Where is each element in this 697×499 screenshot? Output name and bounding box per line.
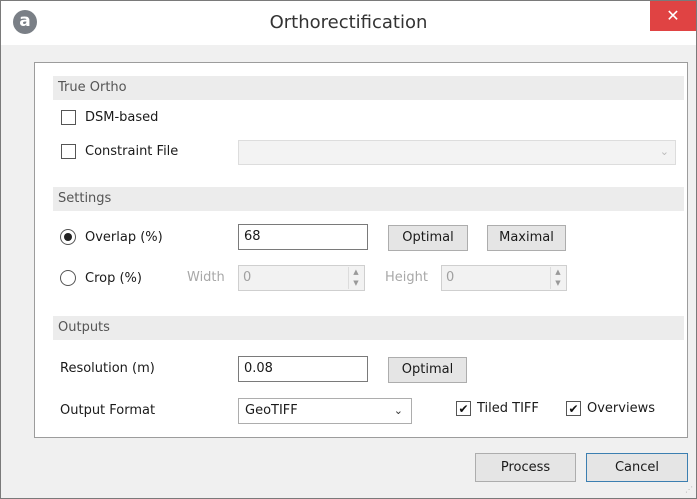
overviews-label: Overviews <box>587 401 655 416</box>
process-button[interactable]: Process <box>475 453 576 482</box>
spin-up-icon[interactable]: ▲ <box>551 267 565 278</box>
outputs-header: Outputs <box>53 316 684 340</box>
constraint-file-option[interactable]: Constraint File <box>61 144 178 159</box>
overlap-maximal-button[interactable]: Maximal <box>487 225 566 251</box>
tiled-tiff-label: Tiled TIFF <box>477 401 539 416</box>
output-format-select[interactable]: GeoTIFF ⌄ <box>238 398 412 424</box>
resolution-optimal-button[interactable]: Optimal <box>388 357 467 383</box>
orthorectification-dialog: a Orthorectification ✕ True Ortho DSM-ba… <box>0 0 697 499</box>
constraint-file-label: Constraint File <box>85 144 179 159</box>
radio-selected-dot <box>64 233 72 241</box>
spin-up-icon[interactable]: ▲ <box>349 267 363 278</box>
true-ortho-header: True Ortho <box>53 76 684 100</box>
tiled-tiff-checkbox[interactable]: ✔ <box>456 401 471 416</box>
cancel-button[interactable]: Cancel <box>586 453 688 482</box>
dsm-based-checkbox[interactable] <box>61 110 76 125</box>
output-format-value: GeoTIFF <box>245 403 298 418</box>
crop-radio[interactable] <box>60 270 76 286</box>
title-bar[interactable]: a Orthorectification ✕ <box>1 1 696 45</box>
resolution-label: Resolution (m) <box>60 361 155 376</box>
tiled-tiff-option[interactable]: ✔ Tiled TIFF <box>456 401 539 416</box>
spin-down-icon[interactable]: ▼ <box>551 278 565 289</box>
crop-width-spinbox[interactable]: 0 ▲ ▼ <box>238 265 365 291</box>
spin-down-icon[interactable]: ▼ <box>349 278 363 289</box>
output-format-label: Output Format <box>60 403 156 418</box>
crop-width-spin-buttons[interactable]: ▲ ▼ <box>348 267 363 289</box>
crop-label: Crop (%) <box>85 270 142 286</box>
overlap-input[interactable]: 68 <box>238 224 368 250</box>
overlap-option[interactable]: Overlap (%) <box>60 229 163 245</box>
crop-height-value: 0 <box>446 270 455 285</box>
resize-grip-icon[interactable]: ⋰ <box>683 485 693 495</box>
checkmark-icon: ✔ <box>568 401 579 416</box>
close-icon: ✕ <box>666 6 680 25</box>
dsm-based-option[interactable]: DSM-based <box>61 110 158 125</box>
crop-width-label: Width <box>187 270 225 285</box>
crop-height-spinbox[interactable]: 0 ▲ ▼ <box>441 265 567 291</box>
dsm-based-label: DSM-based <box>85 110 159 125</box>
crop-height-label: Height <box>385 270 428 285</box>
constraint-file-combo[interactable]: ⌄ <box>238 140 676 165</box>
constraint-file-checkbox[interactable] <box>61 144 76 159</box>
overlap-optimal-button[interactable]: Optimal <box>388 225 468 251</box>
resolution-input[interactable]: 0.08 <box>238 356 368 382</box>
chevron-down-icon: ⌄ <box>393 404 403 417</box>
overlap-label: Overlap (%) <box>85 229 163 245</box>
settings-header: Settings <box>53 187 684 211</box>
crop-option[interactable]: Crop (%) <box>60 270 142 286</box>
crop-height-spin-buttons[interactable]: ▲ ▼ <box>550 267 565 289</box>
options-panel: True Ortho DSM-based Constraint File ⌄ S… <box>34 62 688 438</box>
chevron-down-icon: ⌄ <box>659 145 669 158</box>
close-button[interactable]: ✕ <box>650 1 696 31</box>
overviews-checkbox[interactable]: ✔ <box>566 401 581 416</box>
overlap-radio[interactable] <box>60 229 76 245</box>
crop-width-value: 0 <box>243 270 252 285</box>
overviews-option[interactable]: ✔ Overviews <box>566 401 655 416</box>
dialog-title: Orthorectification <box>269 12 428 33</box>
checkmark-icon: ✔ <box>458 401 469 416</box>
